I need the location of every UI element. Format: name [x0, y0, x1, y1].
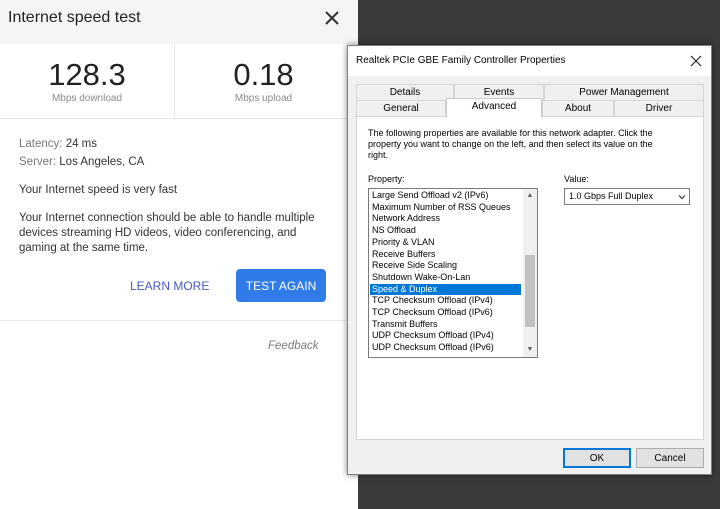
speed-verdict: Your Internet speed is very fast: [19, 184, 178, 196]
value-dropdown[interactable]: 1.0 Gbps Full Duplex: [564, 188, 690, 205]
upload-unit: Mbps upload: [234, 93, 293, 104]
tab-driver[interactable]: Driver: [614, 100, 704, 116]
property-list-item[interactable]: TCP Checksum Offload (IPv6): [370, 307, 521, 319]
tab-details[interactable]: Details: [356, 84, 454, 100]
property-label: Property:: [368, 174, 405, 184]
property-list-item[interactable]: UDP Checksum Offload (IPv6): [370, 342, 521, 354]
speed-test-card: Internet speed test 128.3 Mbps download …: [0, 0, 358, 509]
property-list-item[interactable]: Speed & Duplex: [370, 283, 521, 296]
property-list-item[interactable]: Priority & VLAN: [370, 237, 521, 249]
close-icon[interactable]: [688, 53, 704, 69]
property-list-item[interactable]: Transmit Buffers: [370, 319, 521, 331]
latency-line: Latency: 24 ms: [19, 138, 97, 150]
ok-button[interactable]: OK: [563, 448, 631, 468]
property-list[interactable]: Large Send Offload v2 (IPv6) Maximum Numb…: [368, 188, 538, 358]
server-line: Server: Los Angeles, CA: [19, 156, 144, 168]
tab-advanced[interactable]: Advanced: [446, 98, 542, 118]
panel-description: The following properties are available f…: [368, 128, 653, 160]
property-list-item[interactable]: Shutdown Wake-On-Lan: [370, 272, 521, 284]
upload-value: 0.18: [233, 57, 294, 92]
tab-about[interactable]: About: [542, 100, 614, 116]
download-unit: Mbps download: [51, 93, 123, 104]
property-list-item[interactable]: NS Offload: [370, 225, 521, 237]
property-list-item[interactable]: Network Address: [370, 213, 521, 225]
latency-label: Latency:: [19, 138, 63, 150]
tab-general[interactable]: General: [356, 100, 446, 116]
property-list-item[interactable]: Receive Buffers: [370, 249, 521, 261]
feedback-link[interactable]: Feedback: [268, 340, 319, 352]
value-label: Value:: [564, 174, 589, 184]
property-list-item[interactable]: Maximum Number of RSS Queues: [370, 202, 521, 214]
advanced-tab-panel: The following properties are available f…: [356, 116, 704, 440]
download-metric: 128.3 Mbps download: [0, 44, 175, 118]
property-list-item[interactable]: Receive Side Scaling: [370, 260, 521, 272]
close-icon[interactable]: [320, 6, 344, 30]
speed-description: Your Internet connection should be able …: [19, 212, 315, 254]
dialog-title: Realtek PCIe GBE Family Controller Prope…: [356, 55, 566, 66]
cancel-button[interactable]: Cancel: [636, 448, 704, 468]
property-list-item[interactable]: UDP Checksum Offload (IPv4): [370, 330, 521, 342]
server-value: Los Angeles, CA: [59, 156, 145, 168]
download-value: 128.3: [48, 57, 126, 92]
chevron-down-icon: [677, 192, 687, 202]
test-again-button[interactable]: TEST AGAIN: [236, 269, 326, 302]
tab-power-management[interactable]: Power Management: [544, 84, 704, 100]
card-divider: [0, 320, 358, 321]
upload-metric: 0.18 Mbps upload: [176, 44, 351, 118]
metrics-divider: [0, 118, 358, 119]
property-list-item[interactable]: TCP Checksum Offload (IPv4): [370, 295, 521, 307]
scroll-thumb[interactable]: [525, 255, 535, 327]
value-dropdown-text: 1.0 Gbps Full Duplex: [569, 191, 654, 201]
dialog-titlebar: Realtek PCIe GBE Family Controller Prope…: [348, 46, 711, 76]
speed-test-header: Internet speed test: [0, 0, 358, 44]
speed-test-title: Internet speed test: [8, 9, 141, 26]
adapter-properties-dialog: Realtek PCIe GBE Family Controller Prope…: [347, 45, 712, 475]
learn-more-link[interactable]: LEARN MORE: [130, 279, 209, 293]
scroll-down-arrow-icon[interactable]: ▼: [523, 343, 537, 357]
server-label: Server:: [19, 156, 57, 168]
scroll-up-arrow-icon[interactable]: ▲: [523, 189, 537, 203]
list-scrollbar[interactable]: ▲ ▼: [523, 189, 537, 357]
property-list-item[interactable]: Large Send Offload v2 (IPv6): [370, 190, 521, 202]
latency-value: 24 ms: [65, 138, 98, 150]
